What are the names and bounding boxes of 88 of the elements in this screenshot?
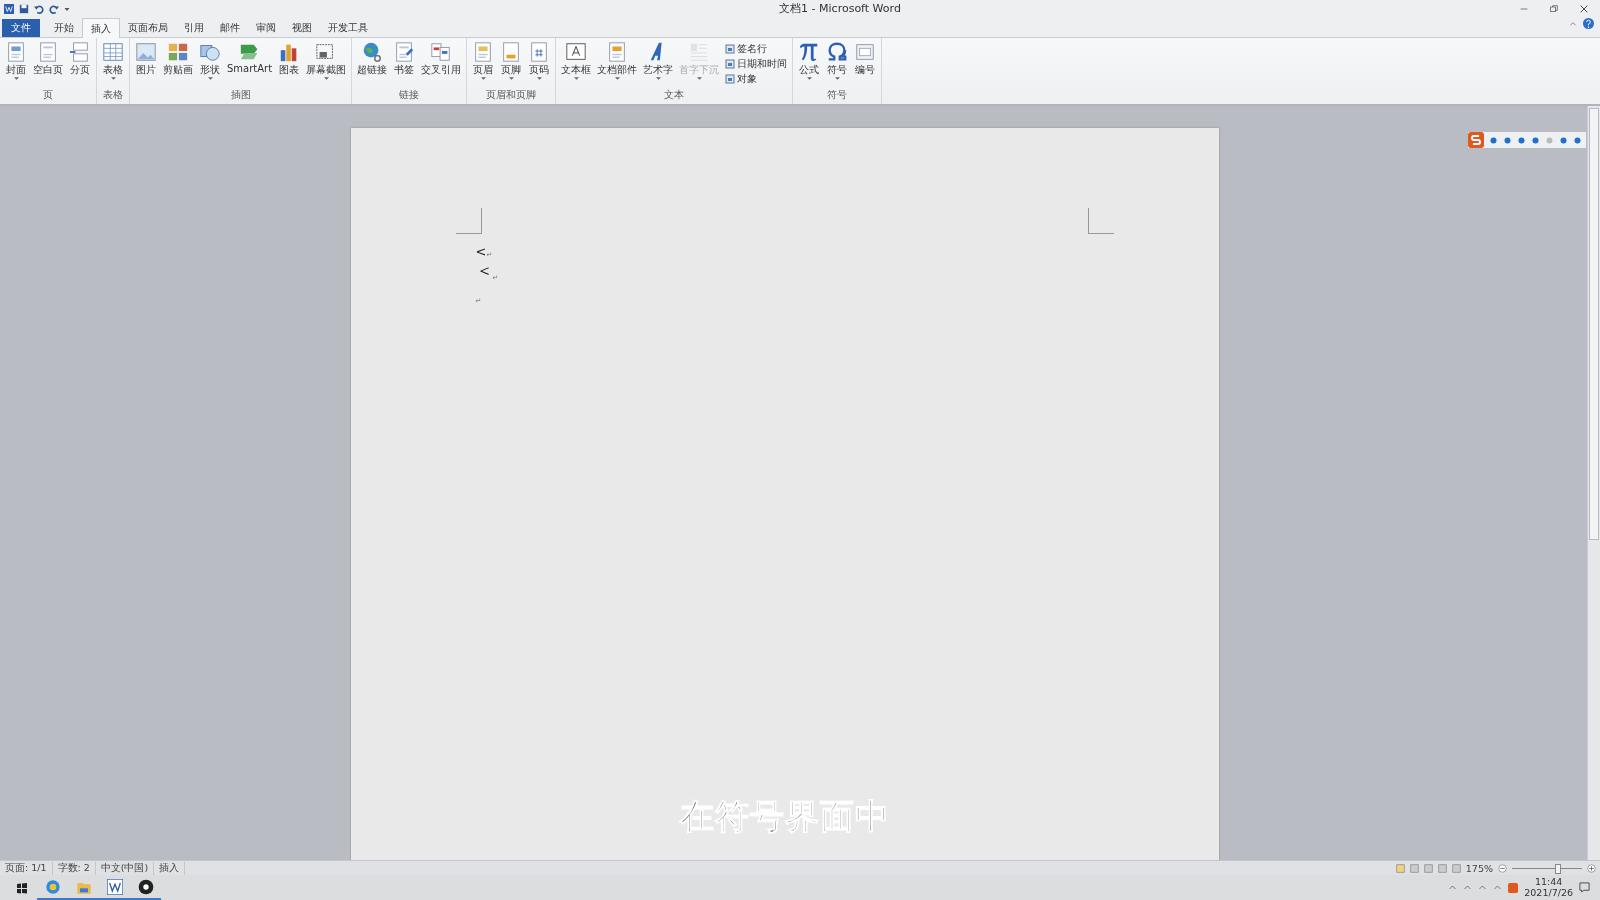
ribbon-button[interactable]: 页眉	[470, 40, 497, 88]
clock-date[interactable]: 2021/7/26	[1524, 887, 1573, 898]
group-label: 页眉和页脚	[485, 88, 538, 102]
ribbon-button[interactable]: 空白页	[31, 40, 65, 88]
camera-aperture-icon	[137, 878, 154, 895]
cover-page-icon	[5, 41, 27, 63]
ribbon-tab[interactable]: 文件	[2, 19, 40, 37]
paragraph-text: <	[475, 244, 487, 259]
omega-icon	[826, 41, 849, 63]
ribbon-button[interactable]: 表格	[100, 40, 126, 88]
zoom-level[interactable]: 175%	[1465, 862, 1493, 874]
ribbon-button[interactable]: 封面	[3, 40, 29, 88]
help-icon[interactable]	[1583, 18, 1594, 29]
zoom-out-icon[interactable]	[1498, 863, 1507, 873]
word-logo-icon	[4, 3, 14, 14]
ribbon-button[interactable]: 页码	[526, 40, 553, 88]
ribbon-button[interactable]: 编号	[852, 40, 879, 88]
vertical-scrollbar[interactable]	[1587, 106, 1600, 860]
ime-logo-icon[interactable]	[1508, 882, 1519, 893]
ribbon-button[interactable]: 文档部件	[595, 40, 640, 88]
numbering-icon	[854, 41, 877, 63]
group-label: 链接	[398, 88, 421, 102]
ribbon-button[interactable]: 图表	[276, 40, 303, 88]
ribbon-tab[interactable]: 开发工具	[320, 19, 376, 37]
ribbon-button[interactable]: 形状	[197, 40, 223, 88]
ribbon-tab[interactable]: 页面布局	[120, 19, 176, 37]
margin-corner-mark	[1087, 208, 1114, 234]
ribbon-button[interactable]: 分页	[67, 40, 93, 88]
browser-icon	[44, 878, 61, 895]
clip-art-icon	[167, 41, 189, 63]
page-break-icon	[69, 41, 91, 63]
save-icon[interactable]	[19, 3, 29, 14]
collapse-ribbon-icon[interactable]	[1569, 19, 1577, 28]
ribbon-button[interactable]: 文本框	[559, 40, 594, 88]
ribbon-small-button[interactable]: 对象	[723, 72, 790, 86]
paragraph-text: ＜	[475, 259, 493, 282]
zoom-in-icon[interactable]	[1587, 863, 1596, 873]
ribbon-button[interactable]: 艺术字	[641, 40, 676, 88]
bookmark-icon	[393, 41, 416, 63]
status-item: 插入	[154, 861, 186, 875]
ribbon-button[interactable]: 页脚	[498, 40, 525, 88]
ribbon-tab[interactable]: 邮件	[212, 19, 248, 37]
ribbon-small-button[interactable]: 签名行	[723, 42, 790, 56]
group-label: 插图	[229, 88, 252, 102]
group-label: 符号	[826, 88, 849, 102]
redo-icon[interactable]	[49, 3, 59, 14]
status-item: 字数: 2	[52, 861, 96, 875]
ribbon-button[interactable]: 图片	[133, 40, 159, 88]
window-title: 文档1 - Microsoft Word	[779, 1, 901, 16]
ribbon-button[interactable]: 交叉引用	[419, 40, 464, 88]
signature-icon	[725, 44, 736, 54]
group-label: 表格	[102, 88, 124, 102]
ribbon-tab[interactable]: 开始	[46, 19, 82, 37]
ribbon-button[interactable]: 符号	[824, 40, 851, 88]
calendar-icon	[725, 59, 736, 69]
page-icon	[37, 41, 59, 63]
word-app-icon	[106, 878, 123, 895]
ribbon-small-button[interactable]: 日期和时间	[723, 57, 790, 71]
ribbon-button[interactable]: 公式	[796, 40, 823, 88]
status-item: 页面: 1/1	[0, 861, 53, 875]
ime-logo-icon	[1468, 132, 1484, 148]
ribbon-button[interactable]: 剪贴画	[161, 40, 195, 88]
group-label: 页	[42, 88, 54, 102]
ribbon-tab[interactable]: 插入	[82, 18, 120, 38]
group-label: 文本	[663, 88, 686, 102]
ribbon-tab[interactable]: 视图	[284, 19, 320, 37]
ribbon-button[interactable]: 屏幕截图	[304, 40, 349, 88]
status-item: 中文(中国)	[95, 861, 155, 875]
close-icon[interactable]	[1580, 4, 1588, 13]
windows-logo-icon	[15, 881, 28, 894]
customize-caret-icon[interactable]	[64, 5, 70, 12]
table-icon	[102, 41, 124, 63]
undo-icon[interactable]	[34, 3, 44, 14]
ribbon-button[interactable]: 超链接	[355, 40, 390, 88]
ribbon-button[interactable]: SmartArt	[225, 40, 275, 88]
image-icon	[135, 41, 157, 63]
zoom-slider-thumb[interactable]	[1555, 863, 1562, 874]
ribbon-tab[interactable]: 引用	[176, 19, 212, 37]
notification-icon[interactable]	[1579, 882, 1590, 893]
text-box-icon	[565, 41, 588, 63]
clock-time[interactable]: 11:44	[1534, 877, 1563, 888]
globe-icon	[361, 41, 384, 63]
object-icon	[725, 74, 736, 84]
ribbon-tab[interactable]: 审阅	[248, 19, 284, 37]
cross-reference-icon	[430, 41, 453, 63]
margin-corner-mark	[455, 208, 482, 234]
restore-icon[interactable]	[1550, 4, 1558, 13]
ribbon-button[interactable]: 书签	[391, 40, 418, 88]
